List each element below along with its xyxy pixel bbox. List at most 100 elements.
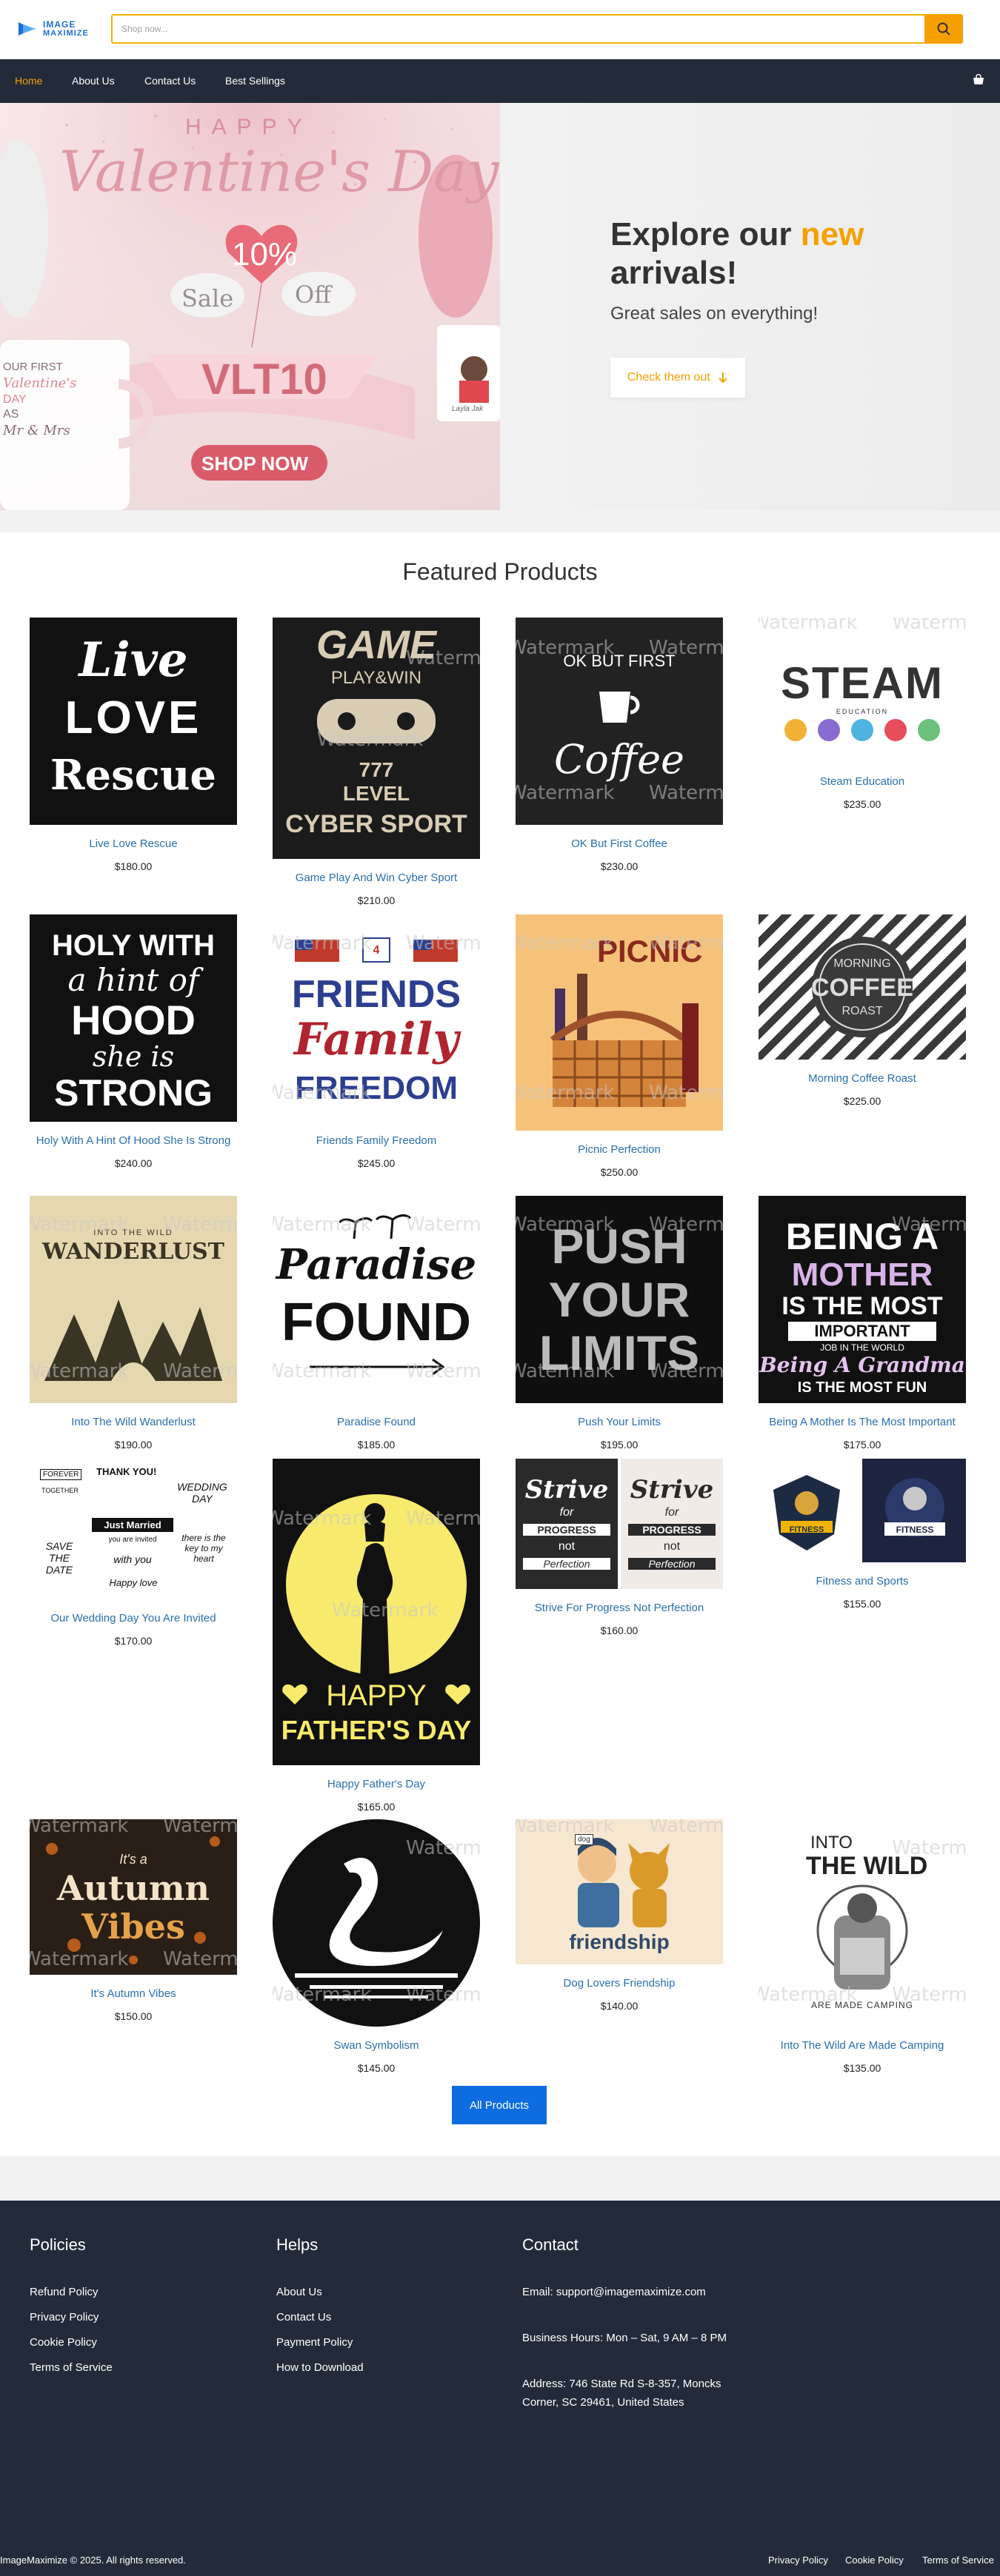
copyright-text: ImageMaximize © 2025. All rights reserve… xyxy=(0,2555,186,2566)
product-image[interactable]: Strive for PROGRESS not Perfection Striv… xyxy=(516,1459,723,1589)
product-name[interactable]: It's Autumn Vibes xyxy=(30,1985,237,2003)
product-art-text: PROGRESS xyxy=(523,1524,610,1536)
product-card[interactable]: BEING A MOTHER IS THE MOST IMPORTANT JOB… xyxy=(759,1196,966,1451)
footer-bottom-cookie-policy[interactable]: Cookie Policy xyxy=(845,2555,904,2566)
check-them-out-button[interactable]: Check them out xyxy=(610,358,745,398)
product-name[interactable]: Steam Education xyxy=(759,773,966,791)
product-name[interactable]: Live Love Rescue xyxy=(30,835,237,853)
product-art-text: THE WILD xyxy=(806,1852,928,1880)
product-name[interactable]: Our Wedding Day You Are Invited xyxy=(30,1610,237,1627)
footer-link-refund-policy[interactable]: Refund Policy xyxy=(30,2286,99,2298)
product-name[interactable]: Picnic Perfection xyxy=(516,1141,723,1159)
product-image[interactable]: Live LOVE Rescue xyxy=(30,618,237,825)
product-card[interactable]: STEAM EDUCATION Watermark Watermark Stea… xyxy=(759,618,966,810)
footer-bottom-terms-of-service[interactable]: Terms of Service xyxy=(922,2555,994,2566)
product-name[interactable]: Holy With A Hint Of Hood She Is Strong xyxy=(30,1132,237,1150)
product-name[interactable]: OK But First Coffee xyxy=(516,835,723,853)
product-image[interactable]: STEAM EDUCATION Watermark Watermark xyxy=(759,618,966,763)
product-name[interactable]: Into The Wild Wanderlust xyxy=(30,1414,237,1431)
brand-logo[interactable]: IMAGE MAXIMIZE xyxy=(16,18,89,40)
footer-bottom-privacy-policy[interactable]: Privacy Policy xyxy=(768,2555,828,2566)
product-name[interactable]: Happy Father's Day xyxy=(273,1776,480,1793)
product-card[interactable]: HAPPY FATHER'S DAY Watermark Watermark W… xyxy=(273,1459,480,1813)
product-name[interactable]: Swan Symbolism xyxy=(273,2037,480,2055)
product-card[interactable]: FITNESS FITNESS Fitness and Sports $155.… xyxy=(759,1459,966,1610)
product-name[interactable]: Into The Wild Are Made Camping xyxy=(759,2037,966,2055)
product-image[interactable]: Paradise FOUND Watermark Watermark Water… xyxy=(273,1196,480,1403)
product-card[interactable]: INTO THE WILD WANDERLUST Watermark Water… xyxy=(30,1196,237,1451)
product-image[interactable]: HAPPY FATHER'S DAY Watermark Watermark W… xyxy=(273,1459,480,1765)
product-card[interactable]: HOLY WITH a hint of HOOD she is STRONG H… xyxy=(30,914,237,1169)
product-art-text: not xyxy=(663,1540,681,1553)
product-card[interactable]: Strive for PROGRESS not Perfection Striv… xyxy=(516,1459,723,1636)
product-card[interactable]: FOREVER THANK YOU! TOGETHER WEDDING DAY … xyxy=(30,1459,237,1647)
valentines-banner[interactable]: HAPPY Valentine's Day 10% Sale Off VLT10… xyxy=(0,103,500,510)
footer-link-contact-us[interactable]: Contact Us xyxy=(276,2311,331,2324)
product-name[interactable]: Friends Family Freedom xyxy=(273,1132,480,1150)
product-art-text: Live xyxy=(79,632,188,688)
product-image[interactable]: OK BUT FIRST Coffee Watermark Watermark … xyxy=(516,618,723,825)
product-name[interactable]: Being A Mother Is The Most Important xyxy=(759,1414,966,1431)
product-image[interactable]: MORNING COFFEE ROAST xyxy=(759,914,966,1060)
footer-link-privacy-policy[interactable]: Privacy Policy xyxy=(30,2311,99,2324)
footer-link-payment-policy[interactable]: Payment Policy xyxy=(276,2336,353,2349)
footer-link-cookie-policy[interactable]: Cookie Policy xyxy=(30,2336,97,2349)
product-image[interactable]: FOREVER THANK YOU! TOGETHER WEDDING DAY … xyxy=(30,1459,237,1599)
cart-icon[interactable] xyxy=(972,74,985,87)
product-name[interactable]: Morning Coffee Roast xyxy=(759,1070,966,1088)
product-card[interactable]: PICNIC Watermark Watermark Watermark Wat… xyxy=(516,914,723,1178)
product-art-text: Perfection xyxy=(628,1558,716,1570)
nav-best-sellings[interactable]: Best Sellings xyxy=(225,75,285,87)
palm-tree-icon xyxy=(339,1214,411,1239)
product-image[interactable]: Watermark Watermark Watermark xyxy=(273,1819,480,2027)
product-art-text: TOGETHER xyxy=(41,1487,79,1494)
product-image[interactable]: INTO THE WILD WANDERLUST Watermark Water… xyxy=(30,1196,237,1403)
product-art-text: EDUCATION xyxy=(836,708,889,715)
product-price: $195.00 xyxy=(600,1439,639,1451)
product-name[interactable]: Fitness and Sports xyxy=(759,1573,966,1590)
product-name[interactable]: Paradise Found xyxy=(273,1414,480,1431)
nav-home[interactable]: Home xyxy=(15,75,42,87)
search-button[interactable] xyxy=(924,14,963,44)
product-card[interactable]: INTO THE WILD ARE MADE CAMPING Watermark… xyxy=(759,1819,966,2074)
product-image[interactable]: dog friendship Watermark Watermark xyxy=(516,1819,723,1964)
product-price: $165.00 xyxy=(357,1801,396,1813)
product-image[interactable]: HOLY WITH a hint of HOOD she is STRONG xyxy=(30,914,237,1122)
product-image[interactable]: FITNESS FITNESS xyxy=(759,1459,966,1562)
product-card[interactable]: OK BUT FIRST Coffee Watermark Watermark … xyxy=(516,618,723,872)
product-card[interactable]: GAME PLAY&WIN 777 LEVEL CYBER SPORT Wate… xyxy=(273,618,480,906)
footer-link-terms-of-service[interactable]: Terms of Service xyxy=(30,2361,113,2374)
product-art-text: It's a xyxy=(119,1852,147,1867)
search-input[interactable] xyxy=(121,16,921,42)
product-card[interactable]: Paradise FOUND Watermark Watermark Water… xyxy=(273,1196,480,1451)
footer-link-about-us[interactable]: About Us xyxy=(276,2286,322,2298)
product-price: $240.00 xyxy=(114,1157,153,1169)
product-card[interactable]: 4 FRIENDS Family FREEDOM Watermark Water… xyxy=(273,914,480,1169)
product-image[interactable]: GAME PLAY&WIN 777 LEVEL CYBER SPORT Wate… xyxy=(273,618,480,859)
nav-contact-us[interactable]: Contact Us xyxy=(144,75,196,87)
product-name[interactable]: Dog Lovers Friendship xyxy=(516,1975,723,1993)
product-image[interactable]: BEING A MOTHER IS THE MOST IMPORTANT JOB… xyxy=(759,1196,966,1403)
product-card[interactable]: Watermark Watermark Watermark Swan Symbo… xyxy=(273,1819,480,2074)
all-products-button[interactable]: All Products xyxy=(452,2086,547,2124)
product-name[interactable]: Game Play And Win Cyber Sport xyxy=(273,869,480,887)
product-card[interactable]: Live LOVE Rescue Live Love Rescue $180.0… xyxy=(30,618,237,872)
product-card[interactable]: dog friendship Watermark Watermark Dog L… xyxy=(516,1819,723,2012)
product-image[interactable]: PICNIC Watermark Watermark Watermark Wat… xyxy=(516,914,723,1131)
product-image[interactable]: INTO THE WILD ARE MADE CAMPING Watermark… xyxy=(759,1819,966,2027)
product-art-text: CYBER SPORT xyxy=(285,810,467,838)
product-image[interactable]: PUSH YOUR LIMITS Watermark Watermark Wat… xyxy=(516,1196,723,1403)
product-image[interactable]: 4 FRIENDS Family FREEDOM Watermark Water… xyxy=(273,914,480,1122)
product-card[interactable]: PUSH YOUR LIMITS Watermark Watermark Wat… xyxy=(516,1196,723,1451)
product-art-text: IMPORTANT xyxy=(788,1322,936,1341)
product-art-text: FOUND xyxy=(281,1293,471,1352)
footer-link-how-to-download[interactable]: How to Download xyxy=(276,2361,364,2374)
product-art-text: Coffee xyxy=(553,736,684,783)
product-art-text: JOB IN THE WORLD xyxy=(820,1342,904,1353)
product-name[interactable]: Push Your Limits xyxy=(516,1414,723,1431)
product-card[interactable]: MORNING COFFEE ROAST Morning Coffee Roas… xyxy=(759,914,966,1107)
nav-about-us[interactable]: About Us xyxy=(72,75,115,87)
product-card[interactable]: It's a Autumn Vibes Watermark Watermark … xyxy=(30,1819,237,2022)
product-name[interactable]: Strive For Progress Not Perfection xyxy=(516,1599,723,1617)
product-image[interactable]: It's a Autumn Vibes Watermark Watermark … xyxy=(30,1819,237,1975)
